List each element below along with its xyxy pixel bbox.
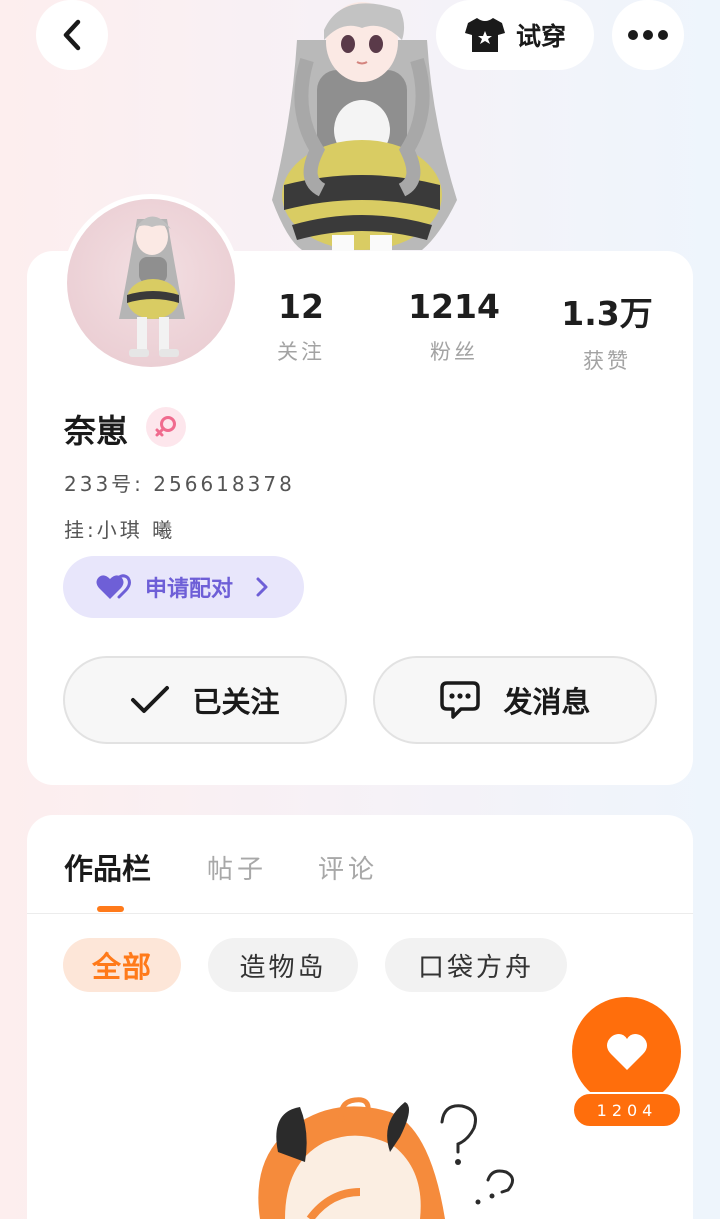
more-horizontal-icon	[628, 30, 668, 40]
chevron-right-icon	[256, 577, 268, 597]
work-thumbnail[interactable]	[230, 1092, 530, 1219]
back-button[interactable]	[36, 0, 108, 70]
filter-chip-all[interactable]: 全部	[63, 938, 181, 992]
followers-stat[interactable]: 1214 粉丝	[384, 287, 524, 366]
tab-works[interactable]: 作品栏	[64, 846, 151, 888]
user-note-line: 挂:小琪 曦	[64, 518, 176, 542]
followers-label: 粉丝	[430, 340, 478, 364]
like-button[interactable]	[572, 997, 681, 1106]
following-stat[interactable]: 12 关注	[231, 287, 371, 366]
user-id-line: 233号: 256618378	[64, 472, 295, 496]
more-button[interactable]	[612, 0, 684, 70]
female-icon	[155, 416, 176, 437]
filter-chip-creation-island[interactable]: 造物岛	[208, 938, 358, 992]
avatar-character-image	[119, 216, 185, 357]
apply-pairing-button[interactable]: 申请配对	[63, 556, 304, 618]
send-message-label: 发消息	[503, 685, 591, 719]
tab-indicator	[97, 906, 124, 912]
followers-count: 1214	[408, 287, 500, 326]
profile-name: 奈崽	[64, 412, 129, 450]
followed-label: 已关注	[192, 685, 280, 719]
filter-chip-pocket-ark[interactable]: 口袋方舟	[385, 938, 567, 992]
tab-comments[interactable]: 评论	[318, 849, 378, 886]
tab-divider	[27, 913, 693, 914]
try-on-label: 试穿	[515, 22, 566, 51]
likes-stat[interactable]: 1.3万 获赞	[537, 287, 677, 375]
double-heart-icon	[96, 574, 131, 599]
send-message-button[interactable]: 发消息	[373, 656, 657, 744]
checkmark-icon	[131, 686, 170, 713]
likes-count: 1.3万	[561, 294, 653, 333]
chat-bubble-icon	[440, 681, 481, 719]
heart-icon	[606, 1033, 647, 1070]
avatar[interactable]	[62, 194, 240, 372]
tab-posts[interactable]: 帖子	[207, 849, 267, 886]
profile-hero-character	[272, 2, 457, 252]
followed-button[interactable]: 已关注	[63, 656, 347, 744]
following-label: 关注	[277, 340, 325, 364]
following-count: 12	[278, 287, 324, 326]
likes-label: 获赞	[583, 349, 631, 373]
tshirt-star-icon	[464, 18, 505, 52]
apply-pairing-label: 申请配对	[145, 577, 234, 602]
like-count: 1204	[572, 1092, 682, 1128]
chevron-left-icon	[63, 19, 81, 51]
gender-badge	[146, 407, 186, 447]
try-on-button[interactable]: 试穿	[436, 0, 594, 70]
